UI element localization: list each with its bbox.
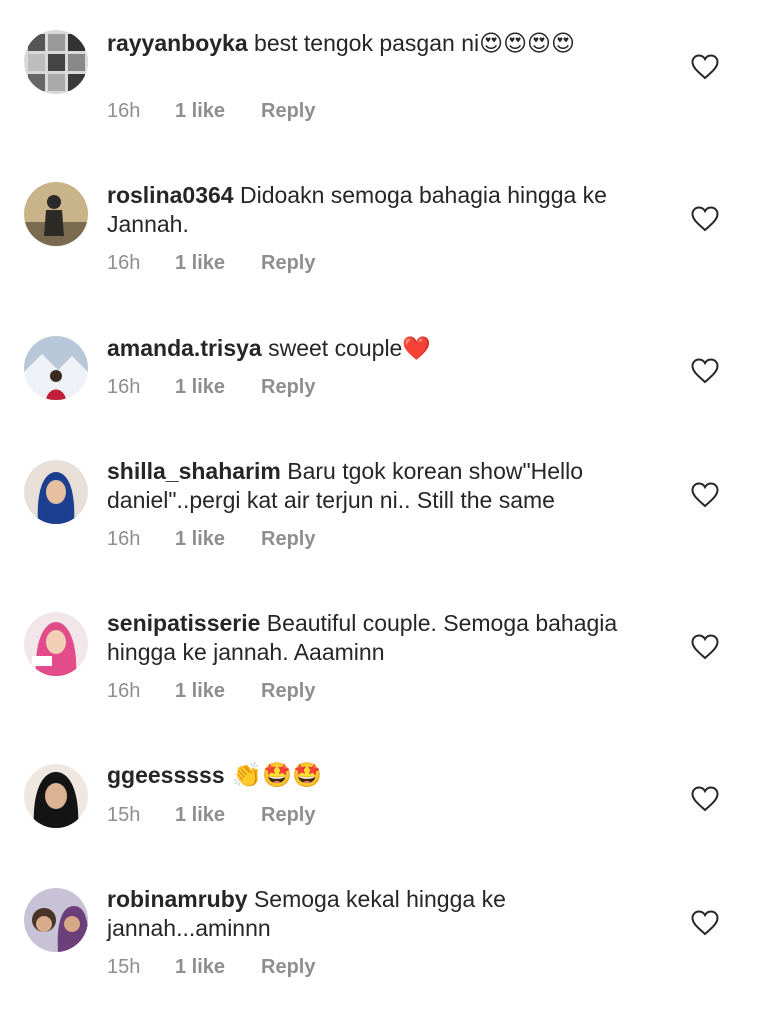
- heart-outline-icon[interactable]: [691, 54, 719, 80]
- heart-outline-icon[interactable]: [691, 634, 719, 660]
- heart-outline-icon[interactable]: [691, 482, 719, 508]
- reply-button[interactable]: Reply: [261, 376, 315, 399]
- comment-likes[interactable]: 1 like: [175, 252, 261, 275]
- reply-button[interactable]: Reply: [261, 100, 315, 123]
- comment-meta: 16h 1 like Reply: [107, 376, 315, 399]
- avatar[interactable]: [24, 764, 88, 828]
- comment-meta: 16h 1 like Reply: [107, 680, 315, 703]
- comment-text: robinamruby Semoga kekal hingga ke janna…: [107, 885, 652, 943]
- comment-time: 16h: [107, 376, 141, 398]
- comment-text: shilla_shaharim Baru tgok korean show"He…: [107, 457, 652, 515]
- comment-username[interactable]: shilla_shaharim: [107, 458, 281, 484]
- heart-outline-icon[interactable]: [691, 358, 719, 384]
- comment-username[interactable]: robinamruby: [107, 886, 248, 912]
- comment-body: sweet couple❤️: [261, 335, 431, 361]
- avatar[interactable]: [24, 612, 88, 676]
- comment-username[interactable]: senipatisserie: [107, 610, 260, 636]
- avatar[interactable]: [24, 182, 88, 246]
- comment-meta: 15h 1 like Reply: [107, 804, 315, 827]
- comment-text: senipatisserie Beautiful couple. Semoga …: [107, 609, 652, 667]
- comment-meta: 15h 1 like Reply: [107, 956, 315, 979]
- comment-body: 👏🤩🤩: [224, 761, 322, 789]
- comment-likes[interactable]: 1 like: [175, 376, 261, 399]
- comment-likes[interactable]: 1 like: [175, 956, 261, 979]
- avatar[interactable]: [24, 336, 88, 400]
- comment-likes[interactable]: 1 like: [175, 680, 261, 703]
- comment-time: 16h: [107, 100, 141, 122]
- comment-likes[interactable]: 1 like: [175, 804, 261, 827]
- comment-username[interactable]: ggeesssss: [107, 762, 225, 788]
- comment-text: roslina0364 Didoakn semoga bahagia hingg…: [107, 181, 652, 239]
- avatar[interactable]: [24, 460, 88, 524]
- comment-meta: 16h 1 like Reply: [107, 252, 315, 275]
- heart-outline-icon[interactable]: [691, 206, 719, 232]
- comment-likes[interactable]: 1 like: [175, 100, 261, 123]
- comment-time: 16h: [107, 680, 141, 702]
- comment-likes[interactable]: 1 like: [175, 528, 261, 551]
- comment-text: amanda.trisya sweet couple❤️: [107, 334, 652, 363]
- avatar[interactable]: [24, 888, 88, 952]
- comment-text: rayyanboyka best tengok pasgan ni😍😍😍😍: [107, 29, 652, 58]
- heart-outline-icon[interactable]: [691, 786, 719, 812]
- reply-button[interactable]: Reply: [261, 528, 315, 551]
- comment-username[interactable]: amanda.trisya: [107, 335, 262, 361]
- heart-outline-icon[interactable]: [691, 910, 719, 936]
- comment-time: 15h: [107, 956, 141, 978]
- reply-button[interactable]: Reply: [261, 804, 315, 827]
- comment-time: 16h: [107, 252, 141, 274]
- comment-body: best tengok pasgan ni😍😍😍😍: [247, 30, 575, 56]
- comment-meta: 16h 1 like Reply: [107, 528, 315, 551]
- comment-username[interactable]: roslina0364: [107, 182, 234, 208]
- comment-time: 15h: [107, 804, 141, 826]
- reply-button[interactable]: Reply: [261, 680, 315, 703]
- comment-time: 16h: [107, 528, 141, 550]
- comment-username[interactable]: rayyanboyka: [107, 30, 248, 56]
- reply-button[interactable]: Reply: [261, 252, 315, 275]
- comment-text: ggeesssss 👏🤩🤩: [107, 761, 652, 790]
- comment-meta: 16h 1 like Reply: [107, 100, 315, 123]
- avatar[interactable]: [24, 30, 88, 94]
- reply-button[interactable]: Reply: [261, 956, 315, 979]
